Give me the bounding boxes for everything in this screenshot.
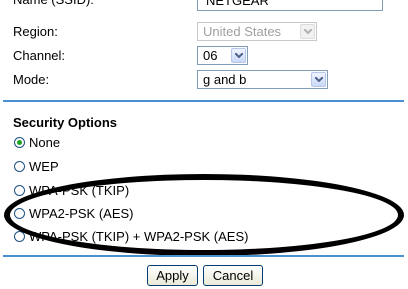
radio-button-icon[interactable] — [14, 185, 25, 196]
channel-label: Channel: — [13, 48, 66, 63]
chevron-down-icon[interactable] — [311, 72, 326, 87]
ssid-input[interactable]: NETGEAR — [197, 0, 383, 11]
chevron-down-icon[interactable] — [231, 48, 246, 63]
cancel-button[interactable]: Cancel — [203, 265, 263, 286]
region-select: United States — [197, 22, 317, 41]
bottom-divider — [3, 255, 404, 257]
security-option-label: WEP — [29, 159, 59, 174]
channel-value: 06 — [203, 48, 218, 63]
ssid-label: Name (SSID): — [13, 0, 94, 8]
mode-value: g and b — [203, 72, 247, 87]
mode-label: Mode: — [13, 72, 50, 87]
region-label: Region: — [13, 24, 58, 39]
apply-button[interactable]: Apply — [147, 265, 198, 286]
annotation-ellipse — [4, 174, 404, 256]
chevron-down-icon — [300, 24, 315, 39]
security-option-label: None — [29, 135, 61, 150]
router-wireless-settings-page: { "name_label": "Name (SSID):", "ssid_va… — [0, 0, 408, 289]
channel-select[interactable]: 06 — [197, 46, 248, 65]
radio-button-icon[interactable] — [14, 161, 25, 172]
radio-button-icon[interactable] — [14, 137, 25, 148]
section-divider — [3, 100, 404, 102]
ssid-value: NETGEAR — [206, 0, 269, 8]
mode-select[interactable]: g and b — [197, 70, 328, 89]
security-options-title: Security Options — [13, 115, 118, 130]
region-value: United States — [203, 24, 282, 39]
